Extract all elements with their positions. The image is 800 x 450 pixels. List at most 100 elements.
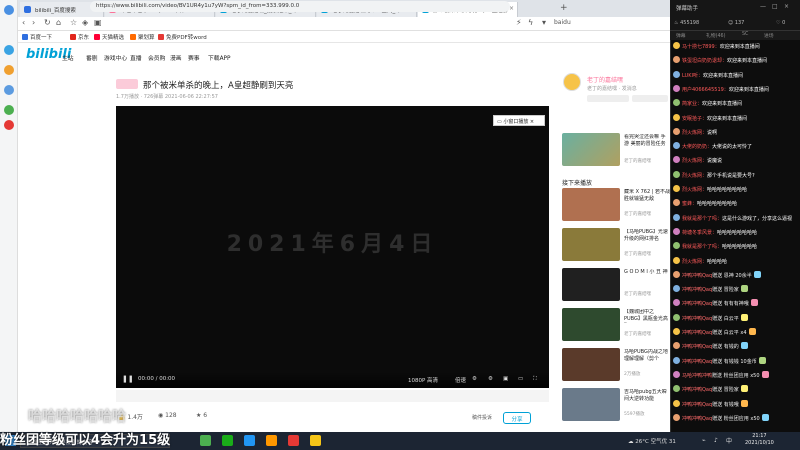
- quality-selector[interactable]: 1080P 高清: [408, 376, 438, 384]
- nav-item[interactable]: 赛事: [188, 53, 200, 62]
- chat-username[interactable]: 冲鸭冲鸭Qaq: [682, 387, 712, 393]
- bookmark-item[interactable]: 天猫精选: [94, 33, 124, 41]
- chat-username[interactable]: 马哈冲鸭冲鸭: [682, 373, 712, 379]
- bookmark-item[interactable]: 免费PDF转word: [158, 33, 207, 41]
- follow-button[interactable]: [632, 95, 668, 102]
- recommend-title[interactable]: 藏米 X 762 | 若不战胜就输猛无敌: [624, 189, 670, 203]
- recommend-title[interactable]: 【马哈PUBG】光速升级的网红排名: [624, 229, 670, 243]
- bookmark-item[interactable]: 聚划算: [130, 33, 155, 41]
- recommend-thumbnail[interactable]: [562, 308, 620, 341]
- chat-tab[interactable]: 礼物(46): [706, 32, 725, 39]
- gear-icon[interactable]: ⚙: [488, 376, 493, 382]
- chat-username[interactable]: 冲鸭冲鸭Qaq: [682, 273, 712, 279]
- nav-item[interactable]: 直播: [130, 53, 142, 62]
- chat-username[interactable]: 大佬的奶奶：: [682, 144, 712, 150]
- ime-icon[interactable]: 中: [726, 436, 732, 445]
- fullscreen-icon[interactable]: ⛶: [533, 376, 537, 383]
- recommend-thumbnail[interactable]: [562, 268, 620, 301]
- chat-username[interactable]: 冲鸭冲鸭Qaq: [682, 344, 712, 350]
- chat-username[interactable]: 冲鸭冲鸭Qaq: [682, 316, 712, 322]
- recommend-thumbnail[interactable]: [562, 188, 620, 221]
- nav-item[interactable]: 会员购: [148, 53, 165, 62]
- browser-home-icon[interactable]: [4, 5, 14, 15]
- up-avatar[interactable]: [563, 73, 581, 91]
- shield-icon[interactable]: ◈: [82, 18, 88, 27]
- nav-item[interactable]: 下载APP: [208, 53, 231, 62]
- star-icon[interactable]: ☆: [70, 18, 77, 27]
- close-icon[interactable]: ×: [784, 3, 789, 10]
- chat-username[interactable]: LUKI听：: [682, 73, 703, 79]
- bookmark-item[interactable]: 百度一下: [22, 33, 52, 41]
- taskbar-app-icon[interactable]: [310, 435, 321, 446]
- chat-username[interactable]: 冲鸭冲鸭Qaq: [682, 402, 712, 408]
- play-icon[interactable]: ❚❚: [122, 375, 134, 383]
- coin-button[interactable]: ◉ 128: [158, 412, 177, 419]
- network-icon[interactable]: ⌁: [702, 437, 706, 444]
- nav-item[interactable]: 漫画: [170, 53, 182, 62]
- home-icon[interactable]: ⌂: [56, 18, 61, 27]
- share-icon[interactable]: ⚡: [516, 18, 522, 27]
- chat-tab[interactable]: 进场: [764, 32, 774, 39]
- chat-username[interactable]: 冲鸭冲鸭Qaq: [682, 287, 712, 293]
- charge-button[interactable]: [587, 95, 629, 102]
- favorite-button[interactable]: ★ 6: [196, 412, 207, 419]
- nav-item[interactable]: 番剧: [86, 53, 98, 62]
- chat-username[interactable]: 冲鸭冲鸭Qaq: [682, 330, 712, 336]
- taskbar-app-icon[interactable]: [288, 435, 299, 446]
- chat-username[interactable]: 用户4066645519：: [682, 87, 729, 93]
- mini-player-button[interactable]: ▭ 小窗口播放 ×: [493, 115, 545, 126]
- nav-item[interactable]: 主站: [62, 53, 74, 62]
- chat-username[interactable]: 蜜蜂：: [682, 201, 697, 207]
- wechat-icon[interactable]: [222, 435, 233, 446]
- maximize-icon[interactable]: □: [772, 3, 778, 10]
- sidebar-star-icon[interactable]: [4, 65, 14, 75]
- chat-username[interactable]: 烈火炼网：: [682, 173, 707, 179]
- chat-username[interactable]: 铁蛋坦白奶奶退却：: [682, 58, 727, 64]
- close-icon[interactable]: ×: [528, 119, 534, 125]
- chat-username[interactable]: 烈火炼网：: [682, 187, 707, 193]
- recommend-thumbnail[interactable]: [562, 133, 620, 166]
- sidebar-shield-icon[interactable]: [4, 85, 14, 95]
- share-button[interactable]: 分享: [503, 412, 531, 424]
- chat-username[interactable]: 烈火炼网：: [682, 259, 707, 265]
- sidebar-weibo-icon[interactable]: [4, 120, 14, 130]
- new-tab-icon[interactable]: +: [560, 3, 568, 13]
- chat-username[interactable]: 冲鸭冲鸭Qaq: [682, 301, 712, 307]
- recommend-title[interactable]: G O D M I 小 丑 神: [624, 269, 670, 276]
- taskbar-app-icon[interactable]: [266, 435, 277, 446]
- sidebar-grid-icon[interactable]: [4, 105, 14, 115]
- chat-username[interactable]: 我就是那个了吗：: [682, 244, 722, 250]
- chat-username[interactable]: 荷塘冬季风景：: [682, 230, 717, 236]
- chat-username[interactable]: 我就是那个了吗：: [682, 216, 722, 222]
- refresh-icon[interactable]: ↻: [44, 18, 51, 27]
- pip-icon[interactable]: ▣: [503, 376, 508, 382]
- url-input[interactable]: https://www.bilibili.com/video/BV1UR4y1u…: [90, 1, 510, 12]
- chat-username[interactable]: 冲鸭冲鸭Qaq: [682, 416, 712, 422]
- bolt-icon[interactable]: ϟ: [528, 18, 533, 27]
- recommend-title[interactable]: 看完哭泣还会嘛 手游 美丽的冒险任务: [624, 134, 670, 148]
- settings-icon[interactable]: ⚙: [472, 376, 477, 382]
- clock[interactable]: 21:17 2021/10/10: [745, 433, 774, 447]
- speed-selector[interactable]: 倍速: [455, 376, 466, 384]
- forward-icon[interactable]: ›: [32, 18, 35, 27]
- taskbar-app-icon[interactable]: [200, 435, 211, 446]
- recommend-thumbnail[interactable]: [562, 388, 620, 421]
- danmaku-input-row[interactable]: [116, 390, 549, 402]
- nav-item[interactable]: 游戏中心: [104, 53, 127, 62]
- widescreen-icon[interactable]: ▭: [518, 376, 523, 382]
- recommend-title[interactable]: 马哈PUBG内战之地理解理解（剪个: [624, 349, 670, 363]
- chat-tab[interactable]: SC: [742, 32, 748, 37]
- recommend-title[interactable]: 【魏城团中之PUBG】黑瓶金光高吹: [624, 309, 670, 323]
- up-name[interactable]: 老丁的嘉结嘿: [587, 75, 623, 84]
- back-icon[interactable]: ‹: [22, 18, 25, 27]
- recommend-thumbnail[interactable]: [562, 348, 620, 381]
- taskbar-app-icon[interactable]: [244, 435, 255, 446]
- baidu-search-label[interactable]: baidu: [554, 19, 571, 26]
- recommend-title[interactable]: 吉马哈pubg五大瞬间大逆转功能: [624, 389, 670, 403]
- dropdown-icon[interactable]: ▾: [542, 18, 546, 27]
- chat-username[interactable]: 马十捞七7899：: [682, 44, 720, 50]
- chat-username[interactable]: 安眠拾子：: [682, 116, 707, 122]
- sidebar-app-icon[interactable]: [4, 45, 14, 55]
- weather-tray[interactable]: ☁ 26°C 空气优 31: [628, 437, 676, 445]
- chat-username[interactable]: 冲鸭冲鸭Qaq: [682, 359, 712, 365]
